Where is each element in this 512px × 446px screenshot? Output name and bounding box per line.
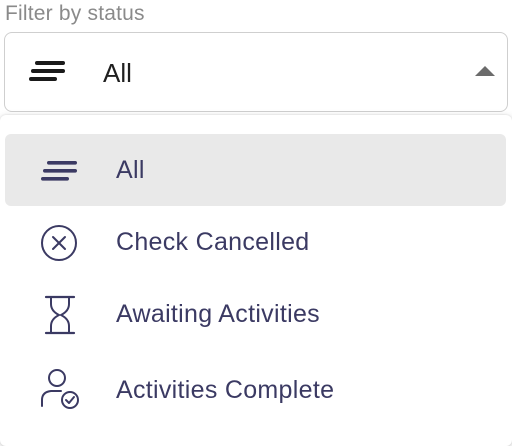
option-activities-complete[interactable]: Activities Complete (5, 350, 506, 428)
selected-value: All (103, 58, 132, 88)
caret-up-icon[interactable] (475, 66, 495, 76)
status-dropdown-menu: All Check Cancelled Awaiting Activities (0, 115, 512, 446)
option-check-cancelled[interactable]: Check Cancelled (5, 206, 506, 278)
page: Filter by status All All Check Cancelled… (0, 0, 512, 446)
circle-x-icon (41, 225, 77, 261)
option-all[interactable]: All (5, 134, 506, 206)
option-label: Awaiting Activities (116, 300, 320, 328)
hourglass-icon (44, 295, 76, 335)
user-check-icon (41, 369, 79, 409)
option-label: All (116, 156, 145, 184)
lines-icon (29, 61, 65, 81)
option-label: Activities Complete (116, 376, 335, 404)
status-select[interactable]: All (4, 32, 508, 112)
option-awaiting-activities[interactable]: Awaiting Activities (5, 278, 506, 350)
lines-icon (41, 161, 77, 181)
filter-label: Filter by status (5, 2, 145, 25)
option-label: Check Cancelled (116, 228, 310, 256)
